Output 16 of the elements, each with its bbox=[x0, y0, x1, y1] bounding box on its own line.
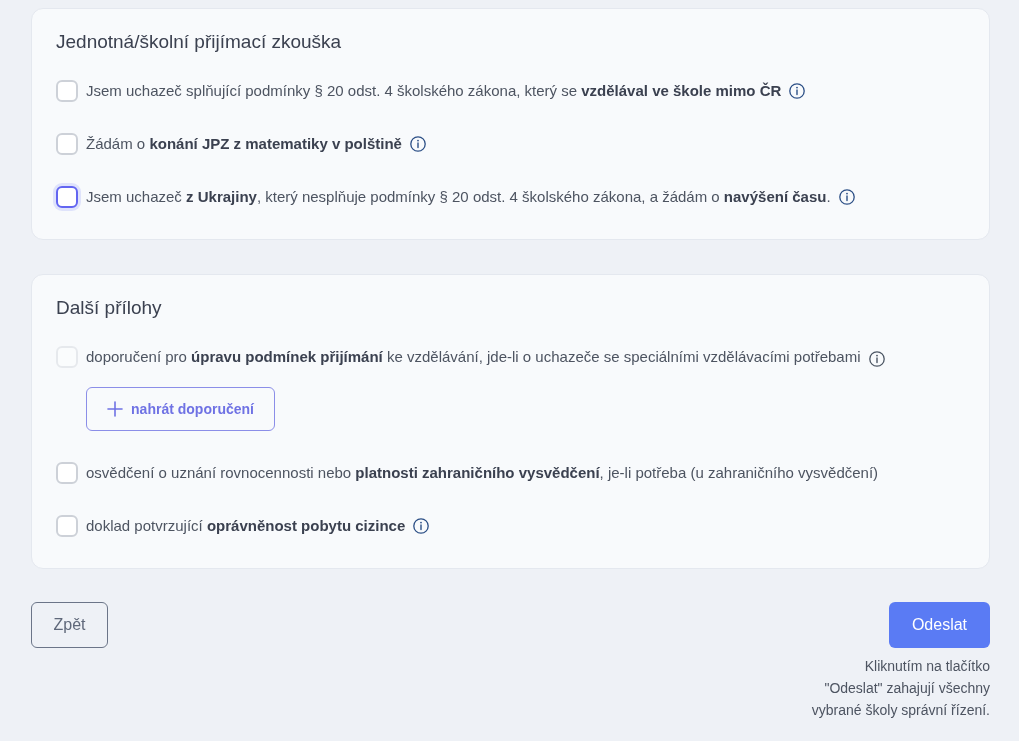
plus-icon bbox=[107, 401, 124, 417]
info-icon[interactable] bbox=[789, 83, 806, 99]
checkbox-label: Jsem uchazeč z Ukrajiny, který nesplňuje podmínky § 20 odst. 4 školského zákona, a žádám o navýšení času. bbox=[86, 187, 831, 207]
info-icon[interactable] bbox=[838, 189, 855, 205]
checkbox-label: doklad potvrzující oprávněnost pobytu cizince bbox=[86, 516, 406, 536]
info-icon[interactable] bbox=[413, 518, 430, 534]
info-icon[interactable] bbox=[409, 136, 426, 152]
card-title: Další přílohy bbox=[56, 296, 163, 320]
checkbox-label: Jsem uchazeč splňující podmínky § 20 odst. 4 školského zákona, který se vzdělával ve škole mimo ČR bbox=[86, 81, 782, 101]
card-title: Jednotná/školní přijímací zkouška bbox=[56, 30, 343, 54]
submit-note: Kliknutím na tlačítko "Odeslat" zahajují všechny vybrané školy správní řízení. bbox=[811, 657, 990, 720]
checkbox-label: osvědčení o uznání rovnocennosti nebo platnosti zahraničního vysvědčení, je-li potřeba (u zahraničního vysvědčení) bbox=[86, 463, 879, 483]
checkbox-label: doporučení pro úpravu podmínek přijímání ke vzdělávání, jde-li o uchazeče se speciálními vzdělávacími potřebami bbox=[86, 347, 861, 367]
checkbox-label: Žádám o konání JPZ z matematiky v polštině bbox=[86, 134, 402, 154]
back-button[interactable]: Zpět bbox=[31, 602, 108, 648]
submit-button[interactable]: Odeslat bbox=[889, 602, 990, 648]
